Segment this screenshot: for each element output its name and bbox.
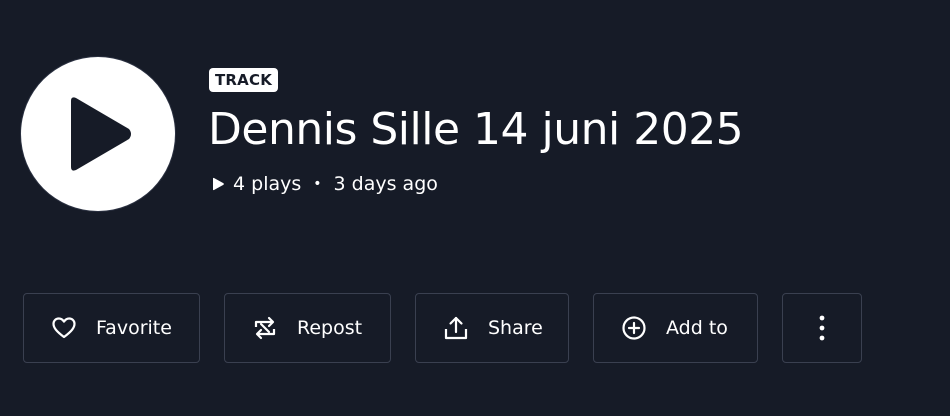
track-title: Dennis Sille 14 juni 2025 — [208, 104, 744, 155]
play-button[interactable] — [21, 57, 175, 211]
repost-label: Repost — [297, 317, 363, 339]
more-vertical-icon — [808, 314, 836, 342]
repost-button[interactable]: Repost — [224, 293, 391, 363]
plus-circle-icon — [620, 314, 648, 342]
track-page: TRACK Dennis Sille 14 juni 2025 4 plays … — [0, 0, 950, 416]
add-to-button[interactable]: Add to — [593, 293, 758, 363]
favorite-label: Favorite — [96, 317, 172, 339]
posted-time: 3 days ago — [333, 173, 438, 195]
favorite-button[interactable]: Favorite — [23, 293, 200, 363]
play-count-icon — [211, 177, 225, 191]
meta-separator: • — [313, 176, 322, 192]
share-button[interactable]: Share — [415, 293, 569, 363]
track-type-badge: TRACK — [209, 68, 279, 92]
play-icon — [71, 97, 131, 171]
track-meta: 4 plays • 3 days ago — [211, 172, 438, 196]
share-icon — [442, 314, 470, 342]
play-count: 4 plays — [233, 173, 302, 195]
more-options-button[interactable] — [782, 293, 862, 363]
add-to-label: Add to — [666, 317, 728, 339]
repost-icon — [251, 314, 279, 342]
share-label: Share — [488, 317, 543, 339]
heart-icon — [50, 314, 78, 342]
